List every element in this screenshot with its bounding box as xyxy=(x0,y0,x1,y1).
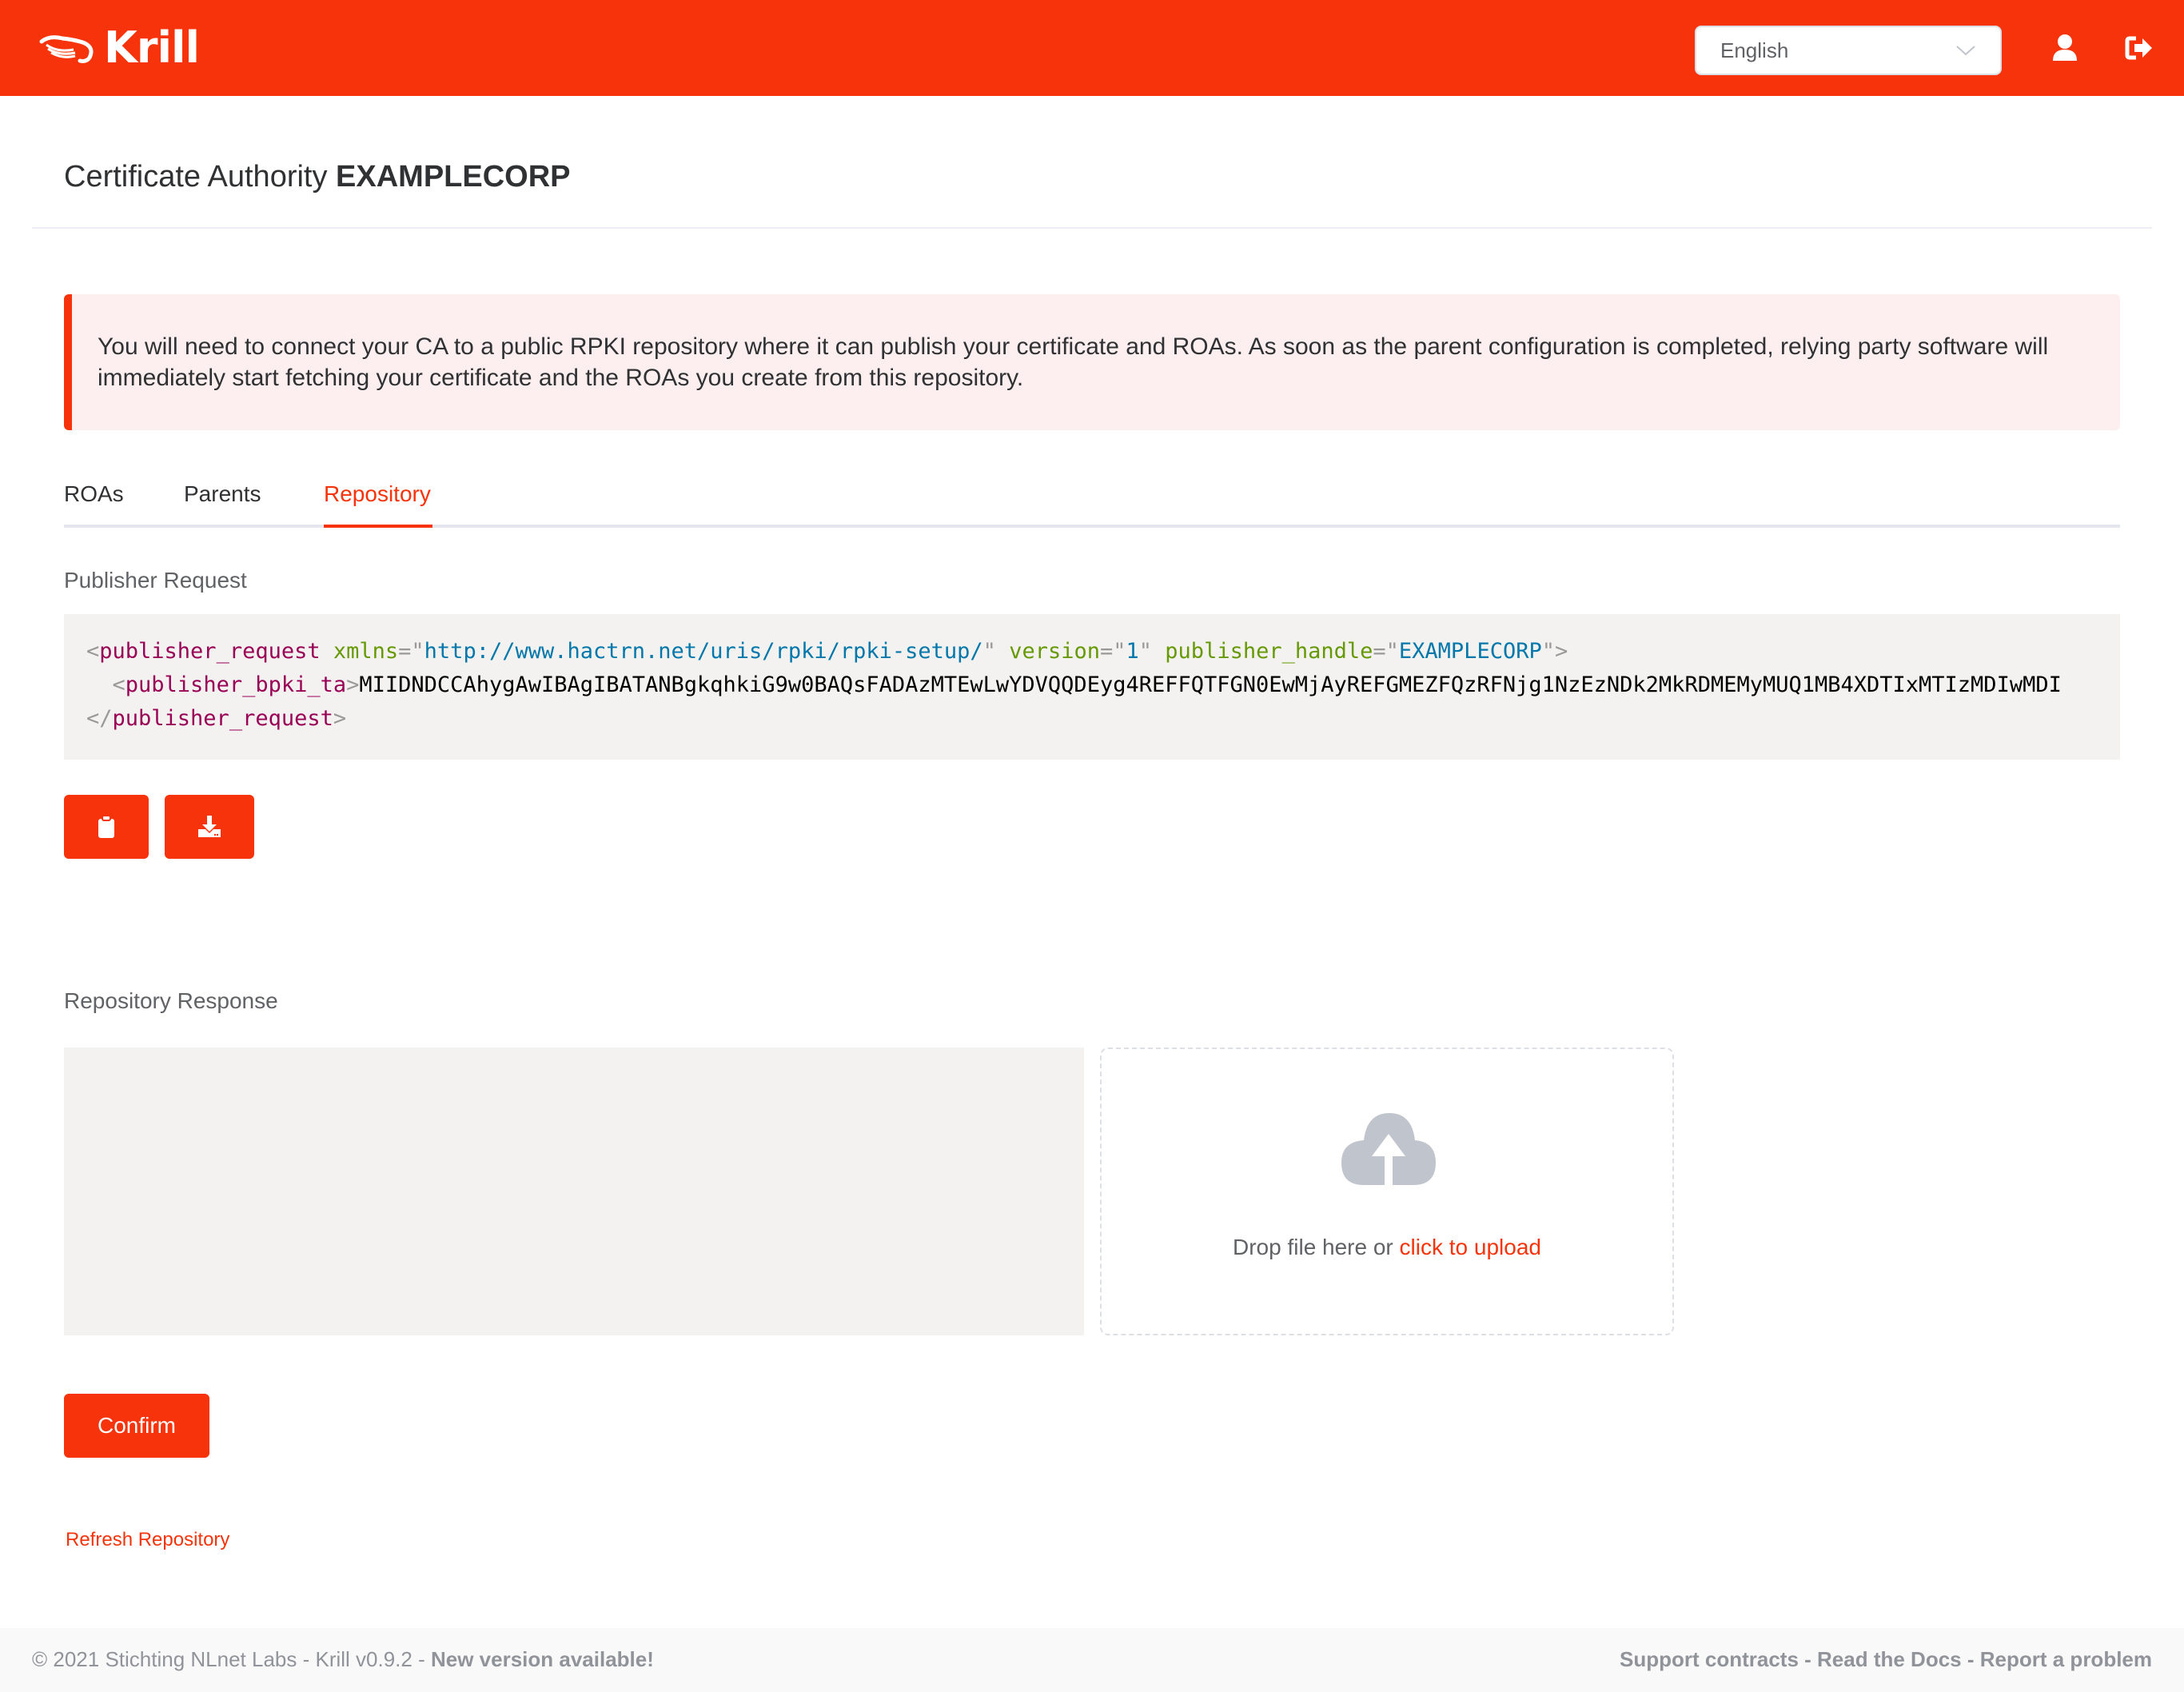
xml-attr-handle: publisher_handle xyxy=(1165,639,1373,664)
footer-links: Support contracts - Read the Docs - Repo… xyxy=(1620,1647,2152,1672)
language-select[interactable]: English xyxy=(1695,26,2002,75)
copy-button[interactable] xyxy=(64,795,149,859)
repository-response-label: Repository Response xyxy=(64,988,278,1013)
read-the-docs-link[interactable]: Read the Docs xyxy=(1817,1647,1962,1671)
cloud-upload-icon xyxy=(1341,1113,1436,1185)
support-contracts-link[interactable]: Support contracts xyxy=(1620,1647,1799,1671)
refresh-repository-link[interactable]: Refresh Repository xyxy=(66,1529,229,1551)
xml-handle-value: EXAMPLECORP xyxy=(1398,639,1542,664)
footer: © 2021 Stichting NLnet Labs - Krill v0.9… xyxy=(0,1628,2184,1692)
sign-out-icon[interactable] xyxy=(2123,32,2155,64)
tab-roas[interactable]: ROAs xyxy=(64,481,124,507)
title-divider xyxy=(32,227,2152,229)
xml-root-close-tag: publisher_request xyxy=(112,706,333,731)
tab-active-indicator xyxy=(324,525,432,528)
top-navbar: Krill English xyxy=(0,0,2184,96)
new-version-link[interactable]: New version available! xyxy=(431,1647,654,1671)
page-title: Certificate Authority EXAMPLECORP xyxy=(64,160,571,194)
confirm-button[interactable]: Confirm xyxy=(64,1394,209,1458)
alert-message: You will need to connect your CA to a pu… xyxy=(98,333,2049,391)
clipboard-icon xyxy=(98,815,114,838)
publisher-request-label: Publisher Request xyxy=(64,568,247,593)
repository-response-textarea[interactable] xyxy=(64,1048,1084,1335)
krill-logo[interactable]: Krill xyxy=(38,22,200,73)
xml-bpki-ta-value: MIIDNDCCAhygAwIBAgIBATANBgkqhkiG9w0BAQsF… xyxy=(359,672,2062,697)
xml-xmlns-value: http://www.hactrn.net/uris/rpki/rpki-set… xyxy=(424,639,983,664)
file-upload-dropzone[interactable]: Drop file here or click to upload xyxy=(1100,1048,1674,1335)
xml-root-tag: publisher_request xyxy=(99,639,321,664)
xml-attr-xmlns: xmlns xyxy=(333,639,399,664)
user-icon[interactable] xyxy=(2049,32,2081,64)
download-button[interactable] xyxy=(165,795,254,859)
click-to-upload-link[interactable]: click to upload xyxy=(1400,1235,1541,1259)
info-alert: You will need to connect your CA to a pu… xyxy=(64,294,2120,430)
krill-shrimp-icon xyxy=(39,35,94,63)
page-title-prefix: Certificate Authority xyxy=(64,160,328,194)
upload-text: Drop file here or xyxy=(1233,1235,1393,1259)
footer-copyright: © 2021 Stichting NLnet Labs - Krill v0.9… xyxy=(32,1647,654,1672)
upload-instructions: Drop file here or click to upload xyxy=(1102,1235,1672,1260)
copyright-text: © 2021 Stichting NLnet Labs - Krill v0.9… xyxy=(32,1647,431,1671)
xml-child-tag: publisher_bpki_ta xyxy=(125,672,347,697)
tab-repository[interactable]: Repository xyxy=(324,481,431,507)
ca-name: EXAMPLECORP xyxy=(336,160,571,194)
footer-separator: - xyxy=(1798,1647,1818,1671)
xml-version-value: 1 xyxy=(1126,639,1139,664)
footer-separator: - xyxy=(1961,1647,1980,1671)
publisher-request-code[interactable]: <publisher_request xmlns="http://www.hac… xyxy=(64,614,2120,760)
download-icon xyxy=(198,816,221,837)
brand-name: Krill xyxy=(104,22,200,73)
language-select-value: English xyxy=(1720,38,1789,62)
ca-tabs: ROAs Parents Repository xyxy=(64,477,2120,528)
xml-attr-version: version xyxy=(1009,639,1100,664)
chevron-down-icon xyxy=(1956,46,1975,56)
report-problem-link[interactable]: Report a problem xyxy=(1980,1647,2152,1671)
tab-parents[interactable]: Parents xyxy=(184,481,261,507)
